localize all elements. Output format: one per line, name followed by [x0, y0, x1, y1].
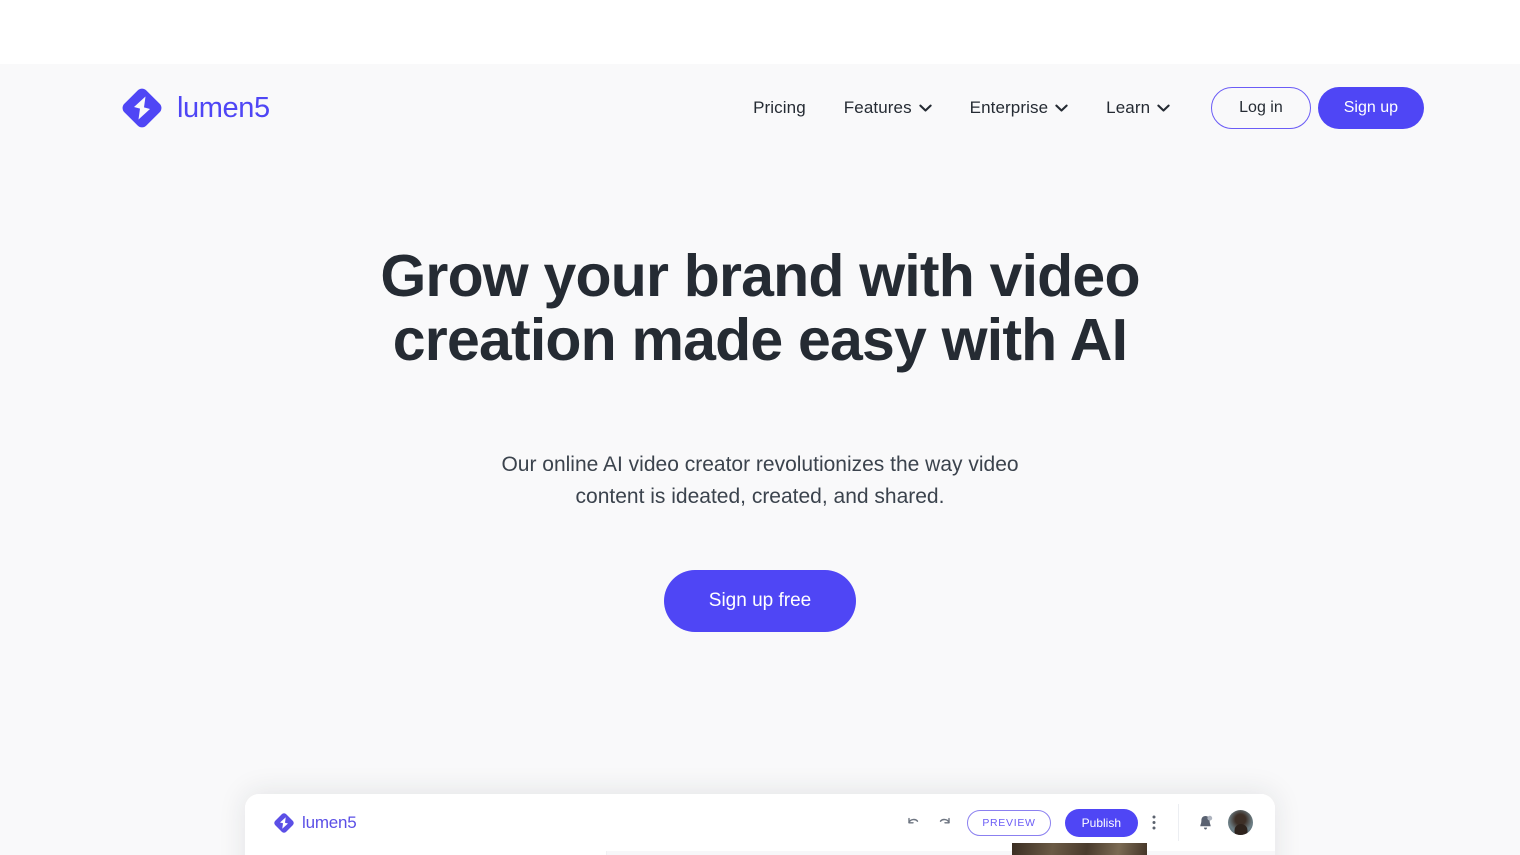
- app-sidebar-rail: Story: [245, 851, 297, 855]
- notification-bell-icon[interactable]: [1197, 814, 1214, 832]
- app-canvas: 00:15: [607, 843, 1275, 855]
- main-nav: Pricing Features Enterprise Learn Log in…: [734, 87, 1424, 129]
- log-in-button[interactable]: Log in: [1211, 87, 1311, 129]
- sign-up-free-button[interactable]: Sign up free: [663, 570, 857, 632]
- brand-name: lumen5: [177, 91, 270, 124]
- publish-button[interactable]: Publish: [1064, 808, 1138, 837]
- user-avatar[interactable]: [1228, 810, 1253, 835]
- lumen5-diamond-logo-icon: [273, 812, 295, 834]
- hero-cta-wrap: Sign up free: [0, 570, 1520, 632]
- nav-item-label: Features: [843, 98, 912, 117]
- app-preview-card: lumen5 PREVIEW Publish: [245, 794, 1275, 855]
- app-brand-name: lumen5: [302, 812, 357, 832]
- brand-kit-panel: Apply brand kit None: [297, 851, 607, 855]
- page-title: Grow your brand with video creation made…: [380, 243, 1140, 373]
- redo-arrow-icon[interactable]: [936, 814, 953, 831]
- page-canvas: lumen5 Pricing Features Enterprise Learn: [0, 64, 1520, 855]
- nav-item-pricing[interactable]: Pricing: [734, 90, 825, 126]
- undo-arrow-icon[interactable]: [905, 814, 922, 831]
- app-body: Story Apply brand kit None: [245, 843, 1275, 855]
- nav-item-features[interactable]: Features: [825, 90, 951, 126]
- nav-item-label: Enterprise: [969, 98, 1049, 117]
- sign-up-button[interactable]: Sign up: [1317, 87, 1424, 129]
- hero-section: Grow your brand with video creation made…: [0, 244, 1520, 632]
- lumen5-diamond-logo-icon: [120, 86, 164, 130]
- hero-subtitle: Our online AI video creator revolutioniz…: [501, 453, 1019, 508]
- nav-item-label: Pricing: [753, 98, 806, 117]
- app-toolbar-actions: PREVIEW Publish: [905, 804, 1253, 841]
- app-brand-logo[interactable]: lumen5: [273, 812, 357, 834]
- preview-button[interactable]: PREVIEW: [967, 809, 1051, 836]
- nav-item-enterprise[interactable]: Enterprise: [951, 90, 1087, 126]
- chevron-down-icon: [919, 104, 932, 112]
- canvas-thumbnail-strip[interactable]: [1012, 843, 1147, 855]
- chevron-down-icon: [1055, 104, 1068, 112]
- site-header: lumen5 Pricing Features Enterprise Learn: [0, 64, 1520, 152]
- nav-item-label: Learn: [1106, 98, 1151, 117]
- nav-item-learn[interactable]: Learn: [1087, 90, 1189, 126]
- toolbar-divider: [1178, 804, 1179, 841]
- kebab-menu-icon[interactable]: [1152, 814, 1156, 831]
- chevron-down-icon: [1157, 104, 1170, 112]
- brand-logo[interactable]: lumen5: [120, 86, 270, 130]
- auth-buttons: Log in Sign up: [1211, 87, 1424, 129]
- browser-chrome-strip: [0, 0, 1520, 64]
